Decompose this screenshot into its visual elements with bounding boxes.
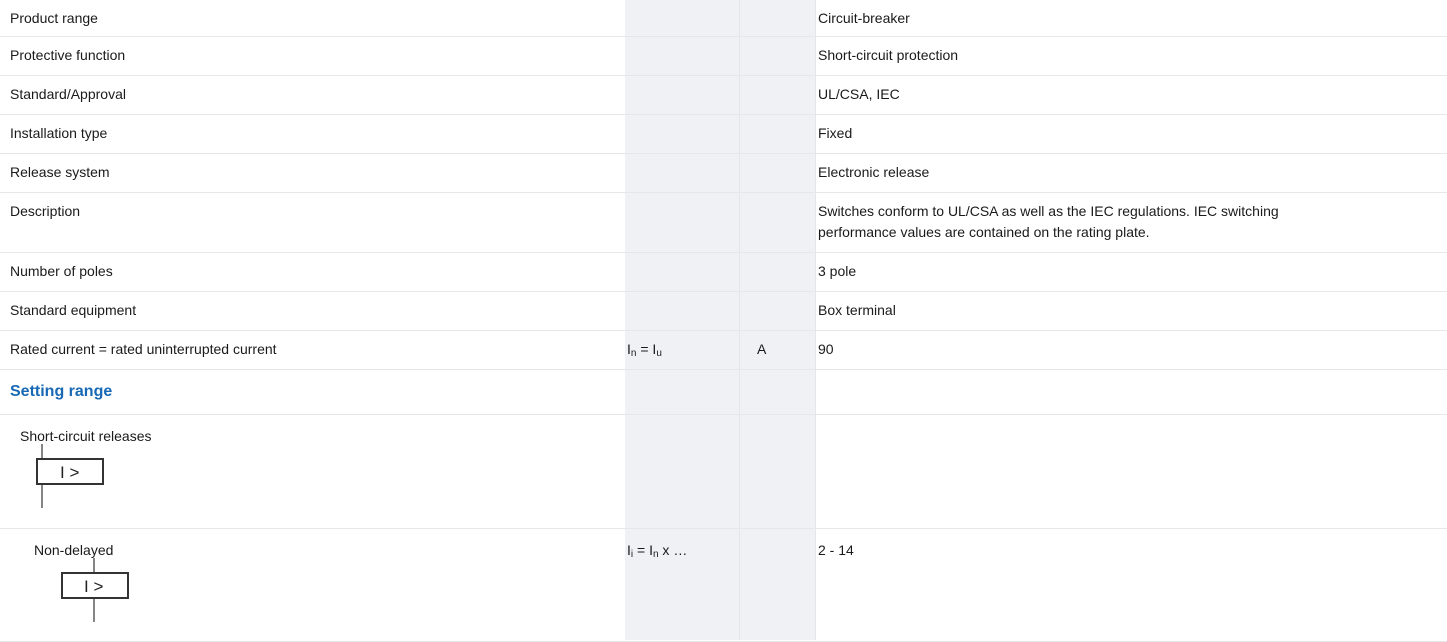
icon-glyph-text: I > <box>84 577 103 596</box>
table-row: Short-circuit releases I > <box>0 415 1447 529</box>
spec-table: Product range Circuit-breaker Protective… <box>0 0 1447 642</box>
row-label: Release system <box>10 164 110 180</box>
icon-glyph-text: I > <box>60 463 79 482</box>
row-value: 2 - 14 <box>818 542 854 558</box>
table-row: Number of poles 3 pole <box>0 253 1447 292</box>
table-row: Product range Circuit-breaker <box>0 0 1447 37</box>
row-label: Non-delayed <box>34 542 114 558</box>
row-label: Protective function <box>10 47 126 63</box>
row-value: Electronic release <box>818 164 930 180</box>
row-label: Rated current = rated uninterrupted curr… <box>10 341 277 357</box>
row-value: Switches conform to UL/CSA as well as th… <box>818 203 1279 240</box>
symbol-cell: Ii = In x … <box>625 542 687 560</box>
table-row: Standard/Approval UL/CSA, IEC <box>0 76 1447 115</box>
symbol-subscript-2: u <box>656 348 662 359</box>
row-value: Short-circuit protection <box>818 47 959 63</box>
overcurrent-release-icon: I > <box>36 444 104 508</box>
table-row: Protective function Short-circuit protec… <box>0 37 1447 76</box>
row-value: Circuit-breaker <box>818 10 910 26</box>
row-label: Standard/Approval <box>10 86 126 102</box>
symbol-equals: = <box>633 542 650 558</box>
table-row: Release system Electronic release <box>0 154 1447 193</box>
symbol-equals: = <box>636 341 653 357</box>
row-label: Short-circuit releases <box>20 428 152 444</box>
row-value: 90 <box>818 341 834 357</box>
row-label: Installation type <box>10 125 108 141</box>
table-row: Installation type Fixed <box>0 115 1447 154</box>
table-row: Rated current = rated uninterrupted curr… <box>0 331 1447 370</box>
table-row: Description Switches conform to UL/CSA a… <box>0 193 1447 253</box>
overcurrent-release-icon: I > <box>61 558 129 622</box>
table-row: Standard equipment Box terminal <box>0 292 1447 331</box>
section-title: Setting range <box>10 383 113 400</box>
row-value: Fixed <box>818 125 853 141</box>
row-value: UL/CSA, IEC <box>818 86 900 102</box>
row-label: Number of poles <box>10 263 113 279</box>
section-row: Setting range <box>0 370 1447 415</box>
row-label: Standard equipment <box>10 302 137 318</box>
unit-cell: A <box>757 341 767 357</box>
row-label: Description <box>10 203 81 219</box>
row-value: Box terminal <box>818 302 896 318</box>
symbol-tail: x … <box>658 542 688 558</box>
row-value: 3 pole <box>818 263 857 279</box>
table-row: Non-delayed Ii = In x … 2 - 14 I > <box>0 529 1447 642</box>
row-label: Product range <box>10 10 98 26</box>
symbol-cell: In = Iu <box>625 341 662 359</box>
